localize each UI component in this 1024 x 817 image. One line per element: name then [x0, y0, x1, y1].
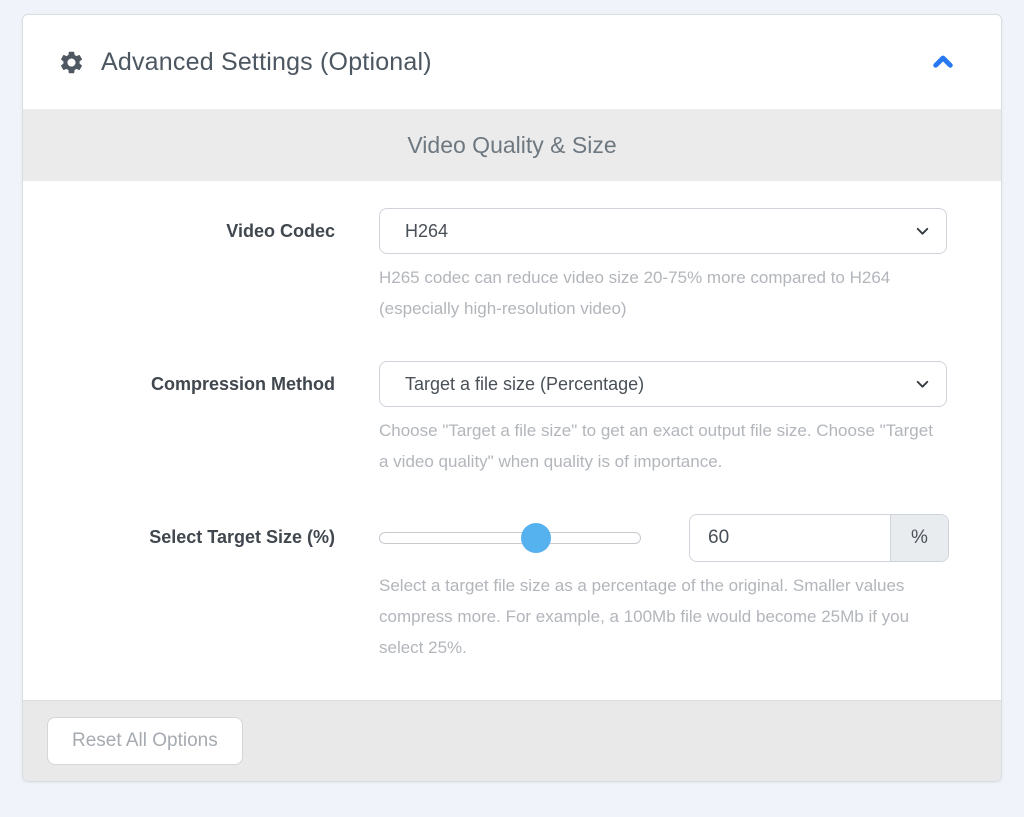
compression-method-row: Compression Method Target a file size (P…: [23, 361, 947, 477]
chevron-up-icon: [927, 66, 959, 81]
video-codec-help: H265 codec can reduce video size 20-75% …: [379, 262, 947, 324]
target-size-help: Select a target file size as a percentag…: [379, 570, 949, 663]
panel-title: Advanced Settings (Optional): [101, 48, 923, 77]
target-size-input-group: %: [689, 514, 949, 562]
percent-addon: %: [890, 515, 948, 561]
reset-all-options-button[interactable]: Reset All Options: [47, 717, 243, 765]
target-size-row: Select Target Size (%) % Select a target…: [23, 514, 947, 663]
collapse-button[interactable]: [923, 42, 963, 82]
compression-method-label: Compression Method: [23, 361, 335, 477]
compression-method-help: Choose "Target a file size" to get an ex…: [379, 415, 947, 477]
video-codec-select[interactable]: H264: [379, 208, 947, 254]
video-codec-row: Video Codec H264 H265 codec can reduce v…: [23, 208, 947, 324]
slider-track[interactable]: [379, 532, 641, 544]
compression-method-select[interactable]: Target a file size (Percentage): [379, 361, 947, 407]
advanced-settings-panel: Advanced Settings (Optional) Video Quali…: [22, 14, 1002, 782]
panel-footer: Reset All Options: [23, 700, 1001, 781]
section-title: Video Quality & Size: [407, 132, 616, 159]
slider-thumb[interactable]: [521, 523, 551, 553]
target-size-input[interactable]: [690, 515, 890, 561]
target-size-slider[interactable]: [379, 523, 641, 553]
video-codec-label: Video Codec: [23, 208, 335, 324]
section-header: Video Quality & Size: [23, 109, 1001, 181]
gear-icon: [58, 49, 85, 76]
panel-header: Advanced Settings (Optional): [23, 15, 1001, 109]
target-size-label: Select Target Size (%): [23, 514, 335, 663]
settings-form: Video Codec H264 H265 codec can reduce v…: [23, 181, 1001, 693]
